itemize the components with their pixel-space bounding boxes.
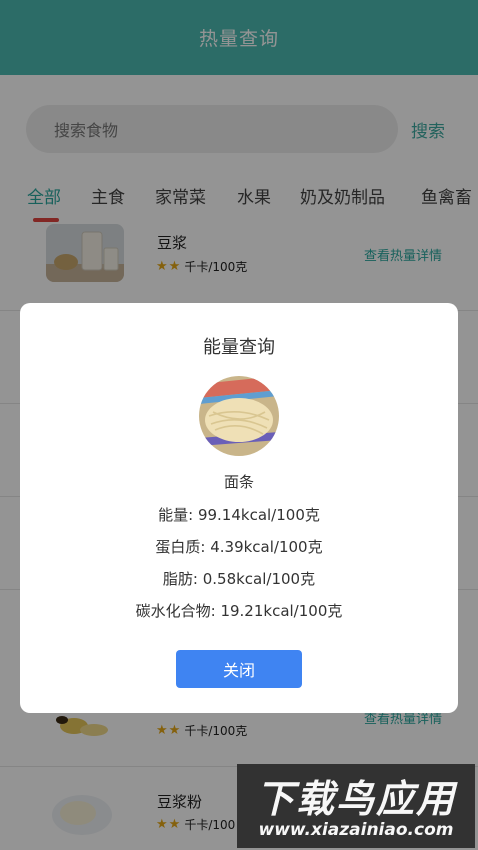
watermark-url: www.xiazainiao.com: [258, 820, 454, 840]
dialog-energy: 能量: 99.14kcal/100克: [158, 506, 320, 524]
close-button[interactable]: 关闭: [176, 650, 302, 688]
food-image: [199, 376, 279, 456]
watermark-title: 下载鸟应用: [255, 777, 456, 821]
watermark-logo: 下载鸟应用 www.xiazainiao.com: [237, 764, 475, 848]
energy-dialog: 能量查询 面条 能量: 99.14kcal/100克 蛋白质: 4.39kcal…: [20, 303, 458, 713]
dialog-fat: 脂肪: 0.58kcal/100克: [162, 570, 316, 588]
app-screen: 热量查询 搜索食物 搜索 全部 主食 家常菜 水果 奶及奶制品 鱼禽畜 豆浆 ★…: [0, 0, 478, 850]
dialog-food-name: 面条: [223, 473, 254, 491]
dialog-title: 能量查询: [203, 337, 275, 358]
dialog-carbs: 碳水化合物: 19.21kcal/100克: [135, 602, 343, 620]
dialog-protein: 蛋白质: 4.39kcal/100克: [155, 538, 323, 556]
